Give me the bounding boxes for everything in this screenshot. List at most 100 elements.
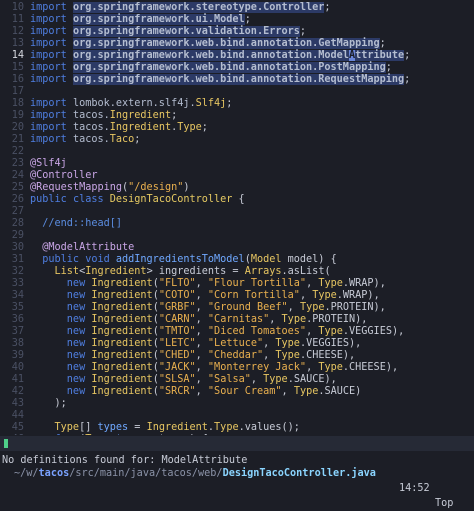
code-line[interactable]: 34 new Ingredient("COTO", "Corn Tortilla…: [0, 290, 474, 302]
code-text: import org.springframework.web.bind.anno…: [30, 62, 392, 74]
code-token: Type: [312, 290, 337, 301]
code-text: public class DesignTacoController {: [30, 194, 245, 206]
code-line[interactable]: 35 new Ingredient("GRBF", "Ground Beef",…: [0, 302, 474, 314]
code-token: import: [30, 38, 73, 49]
code-token: org.springframework.web.bind.annotation.…: [72, 50, 349, 61]
code-line[interactable]: 38 new Ingredient("LETC", "Lettuce", Typ…: [0, 338, 474, 350]
code-line[interactable]: 18 import lombok.extern.slf4j.Slf4j;: [0, 98, 474, 110]
code-line[interactable]: 11 import org.springframework.ui.Model;: [0, 14, 474, 26]
code-token: ,: [195, 326, 208, 337]
code-line[interactable]: 30 @ModelAttribute: [0, 242, 474, 254]
code-line[interactable]: 33 new Ingredient("FLTO", "Flour Tortill…: [0, 278, 474, 290]
code-line[interactable]: 16 import org.springframework.web.bind.an…: [0, 74, 474, 86]
line-number: 25: [11, 182, 24, 193]
code-token: .SAUCE): [318, 386, 362, 397]
code-token: import: [30, 122, 73, 133]
code-text: new Ingredient("FLTO", "Flour Tortilla",…: [30, 278, 386, 290]
code-token: Ingredient: [109, 110, 172, 121]
code-token: org.springframework.ui.Model: [72, 14, 245, 25]
code-token: ,: [195, 278, 208, 289]
modified-indicator: [4, 439, 8, 448]
code-token: ,: [263, 338, 276, 349]
code-line[interactable]: 21 import tacos.Taco;: [0, 134, 474, 146]
code-token: import: [30, 62, 73, 73]
code-line[interactable]: 28 //end::head[]: [0, 218, 474, 230]
code-token: Ingredient: [109, 122, 172, 133]
code-text: import org.springframework.web.bind.anno…: [30, 74, 410, 86]
code-token: Ingredient: [91, 338, 153, 349]
code-line[interactable]: 15 import org.springframework.web.bind.an…: [0, 62, 474, 74]
line-number: 14: [11, 50, 24, 61]
code-line[interactable]: 19 import tacos.Ingredient;: [0, 110, 474, 122]
code-line[interactable]: 46 for (Type type : types) {: [0, 434, 474, 435]
line-number: 18: [11, 98, 24, 109]
code-token: "SLSA": [158, 374, 196, 385]
code-token: Ingredient: [91, 386, 153, 397]
code-text: );: [30, 398, 67, 410]
code-token: "JACK": [158, 362, 196, 373]
code-token: Type: [263, 374, 288, 385]
code-line[interactable]: 26 public class DesignTacoController {: [0, 194, 474, 206]
code-token: @Slf4j: [30, 158, 67, 169]
code-text: new Ingredient("TMTO", "Diced Tomatoes",…: [30, 326, 404, 338]
code-line[interactable]: 39 new Ingredient("CHED", "Cheddar", Typ…: [0, 350, 474, 362]
code-token: "LETC": [158, 338, 196, 349]
code-line[interactable]: 17: [0, 86, 474, 98]
line-number: 12: [11, 26, 24, 37]
code-line[interactable]: 36 new Ingredient("CARN", "Carnitas", Ty…: [0, 314, 474, 326]
line-number: 24: [11, 170, 24, 181]
code-line[interactable]: 25 @RequestMapping("/design"): [0, 182, 474, 194]
code-token: import: [30, 110, 73, 121]
code-token: new: [30, 338, 92, 349]
code-token: org.springframework.web.bind.annotation.…: [72, 38, 380, 49]
line-number: 23: [11, 158, 24, 169]
code-line[interactable]: 12 import org.springframework.validation.…: [0, 26, 474, 38]
code-token: addIngredientsToModel: [115, 254, 245, 265]
code-line[interactable]: 32 List<Ingredient> ingredients = Arrays…: [0, 266, 474, 278]
code-line[interactable]: 27: [0, 206, 474, 218]
code-token: Type: [214, 422, 239, 433]
line-number: 10: [11, 2, 24, 13]
code-token: new: [30, 278, 92, 289]
code-token: void: [85, 254, 116, 265]
code-text: @ModelAttribute: [30, 242, 134, 254]
code-line[interactable]: 23 @Slf4j: [0, 158, 474, 170]
code-text: new Ingredient("CARN", "Carnitas", Type.…: [30, 314, 368, 326]
code-text: new Ingredient("COTO", "Corn Tortilla", …: [30, 290, 380, 302]
code-line[interactable]: 40 new Ingredient("JACK", "Monterrey Jac…: [0, 362, 474, 374]
code-token: Type: [318, 326, 343, 337]
code-text: new Ingredient("SRCR", "Sour Cream", Typ…: [30, 386, 362, 398]
code-line[interactable]: 45 Type[] types = Ingredient.Type.values…: [0, 422, 474, 434]
code-token: "Ground Beef": [207, 302, 288, 313]
code-token: ,: [250, 374, 264, 385]
code-line[interactable]: 41 new Ingredient("SLSA", "Salsa", Type.…: [0, 374, 474, 386]
line-number: 16: [11, 74, 24, 85]
code-line[interactable]: 24 @Controller: [0, 170, 474, 182]
code-token: "Lettuce": [207, 338, 264, 349]
code-line[interactable]: 13 import org.springframework.web.bind.an…: [0, 38, 474, 50]
code-line[interactable]: 43 );: [0, 398, 474, 410]
code-line[interactable]: 42 new Ingredient("SRCR", "Sour Cream", …: [0, 386, 474, 398]
code-token: ,: [195, 302, 208, 313]
code-line[interactable]: 31 public void addIngredientsToModel(Mod…: [0, 254, 474, 266]
code-line[interactable]: 22: [0, 146, 474, 158]
code-token: new: [30, 326, 92, 337]
code-line[interactable]: 29: [0, 230, 474, 242]
code-text: new Ingredient("LETC", "Lettuce", Type.V…: [30, 338, 362, 350]
line-number: 20: [11, 122, 24, 133]
code-token: import: [30, 134, 73, 145]
code-editor[interactable]: 10 import org.springframework.stereotype.…: [0, 0, 474, 435]
mode-line: ~/w/tacos/src/main/java/tacos/web/Design…: [0, 436, 474, 509]
code-line[interactable]: 37 new Ingredient("TMTO", "Diced Tomatoe…: [0, 326, 474, 338]
line-number: 44: [11, 410, 24, 421]
code-token: Type: [275, 350, 300, 361]
code-token: org.springframework.stereotype.Controlle…: [72, 2, 325, 13]
code-token: new: [30, 374, 92, 385]
line-number: 46: [0, 434, 24, 435]
code-line[interactable]: 10 import org.springframework.stereotype.…: [0, 2, 474, 14]
code-line[interactable]: 44: [0, 410, 474, 422]
code-line[interactable]: 14 import org.springframework.web.bind.an…: [0, 50, 474, 62]
line-number: 21: [11, 134, 24, 145]
code-line[interactable]: 20 import tacos.Ingredient.Type;: [0, 122, 474, 134]
code-token: .VEGGIES),: [299, 338, 362, 349]
